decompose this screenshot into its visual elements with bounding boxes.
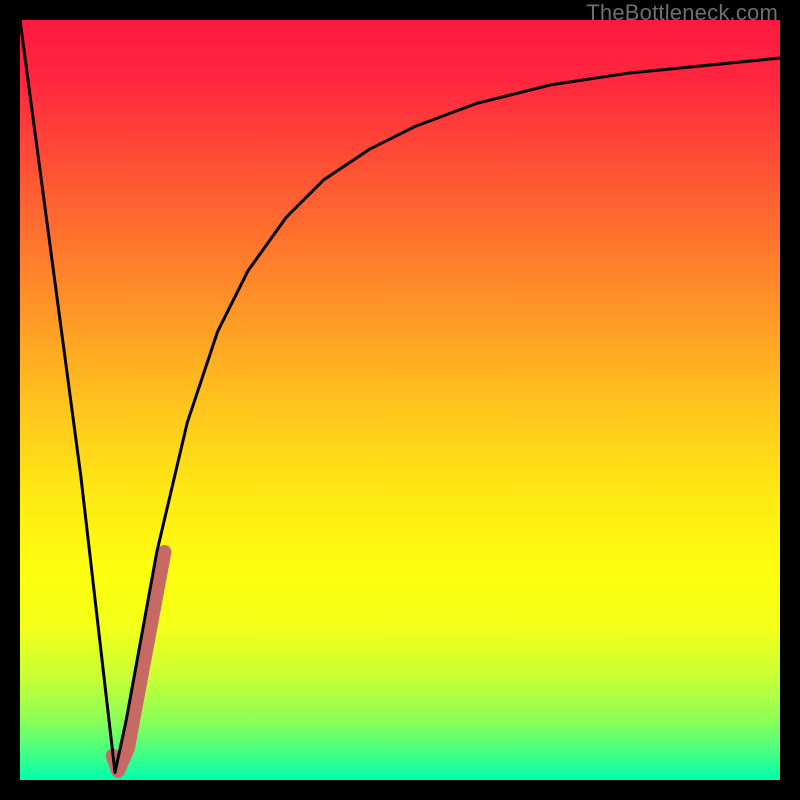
bottleneck-chart [20,20,780,780]
